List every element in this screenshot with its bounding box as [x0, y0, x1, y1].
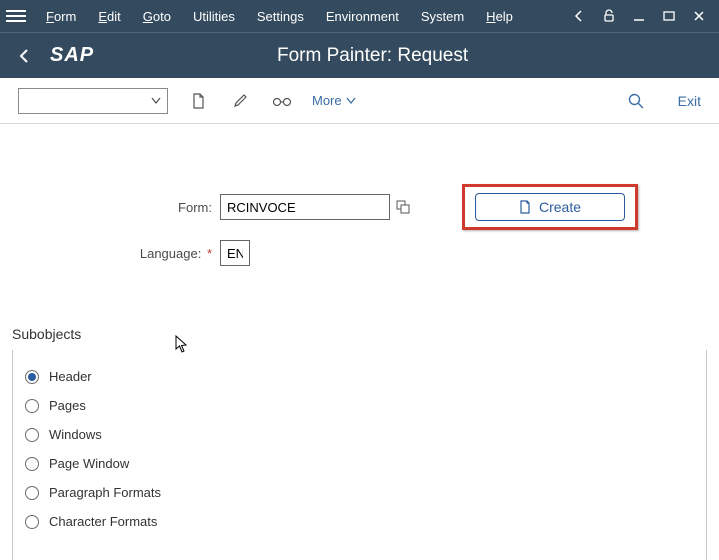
sap-logo: SAP	[50, 44, 94, 67]
menu-form[interactable]: Form	[36, 5, 86, 28]
hamburger-icon[interactable]	[6, 6, 26, 26]
radio-icon	[25, 457, 39, 471]
create-highlight: Create	[462, 184, 638, 230]
radio-header[interactable]: Header	[23, 362, 696, 391]
glasses-icon[interactable]	[270, 89, 294, 113]
radio-paragraph-formats[interactable]: Paragraph Formats	[23, 478, 696, 507]
radio-icon	[25, 515, 39, 529]
menu-help[interactable]: Help	[476, 5, 523, 28]
subobjects-heading: Subobjects	[12, 326, 719, 342]
menu-system[interactable]: System	[411, 5, 474, 28]
menu-goto-label: oto	[153, 9, 171, 24]
radio-label: Page Window	[49, 456, 129, 471]
back-icon[interactable]	[12, 44, 36, 68]
language-input[interactable]	[220, 240, 250, 266]
search-icon[interactable]	[624, 89, 648, 113]
menu-settings[interactable]: Settings	[247, 5, 314, 28]
value-help-icon[interactable]	[392, 195, 414, 219]
radio-icon	[25, 399, 39, 413]
radio-label: Pages	[49, 398, 86, 413]
menu-edit-label: dit	[107, 9, 121, 24]
create-label: Create	[539, 199, 581, 215]
menu-edit[interactable]: Edit	[88, 5, 130, 28]
radio-label: Windows	[49, 427, 102, 442]
subobjects-panel: Header Pages Windows Page Window Paragra…	[12, 350, 707, 560]
radio-icon	[25, 370, 39, 384]
toolbar-combo[interactable]	[18, 88, 168, 114]
document-icon[interactable]	[186, 89, 210, 113]
radio-pages[interactable]: Pages	[23, 391, 696, 420]
form-input[interactable]	[220, 194, 390, 220]
menu-utilities[interactable]: Utilities	[183, 5, 245, 28]
radio-icon	[25, 486, 39, 500]
menu-form-label: orm	[54, 9, 76, 24]
chevron-down-icon	[151, 97, 161, 105]
close-icon[interactable]	[685, 2, 713, 30]
radio-icon	[25, 428, 39, 442]
menubar: Form Edit Goto Utilities Settings Enviro…	[0, 0, 719, 32]
more-menu[interactable]: More	[312, 93, 356, 108]
radio-label: Character Formats	[49, 514, 157, 529]
form-area: Form: Create Language: *	[0, 124, 719, 306]
create-button[interactable]: Create	[475, 193, 625, 221]
app-toolbar: More Exit	[0, 78, 719, 124]
language-field-row: Language: *	[20, 240, 699, 266]
lock-icon[interactable]	[595, 2, 623, 30]
page-title: Form Painter: Request	[118, 45, 627, 67]
more-label: More	[312, 93, 342, 108]
radio-page-window[interactable]: Page Window	[23, 449, 696, 478]
titlebar: SAP Form Painter: Request	[0, 32, 719, 78]
form-field-row: Form: Create	[20, 184, 699, 230]
minimize-icon[interactable]	[625, 2, 653, 30]
chevron-left-icon[interactable]	[565, 2, 593, 30]
pencil-icon[interactable]	[228, 89, 252, 113]
maximize-icon[interactable]	[655, 2, 683, 30]
menu-help-label: elp	[496, 9, 513, 24]
exit-button[interactable]: Exit	[678, 93, 701, 109]
chevron-down-icon	[346, 97, 356, 105]
radio-windows[interactable]: Windows	[23, 420, 696, 449]
form-label: Form:	[20, 200, 220, 215]
radio-label: Header	[49, 369, 92, 384]
document-icon	[519, 200, 531, 214]
radio-label: Paragraph Formats	[49, 485, 161, 500]
menu-environment[interactable]: Environment	[316, 5, 409, 28]
language-label: Language: *	[20, 246, 220, 261]
menu-goto[interactable]: Goto	[133, 5, 181, 28]
